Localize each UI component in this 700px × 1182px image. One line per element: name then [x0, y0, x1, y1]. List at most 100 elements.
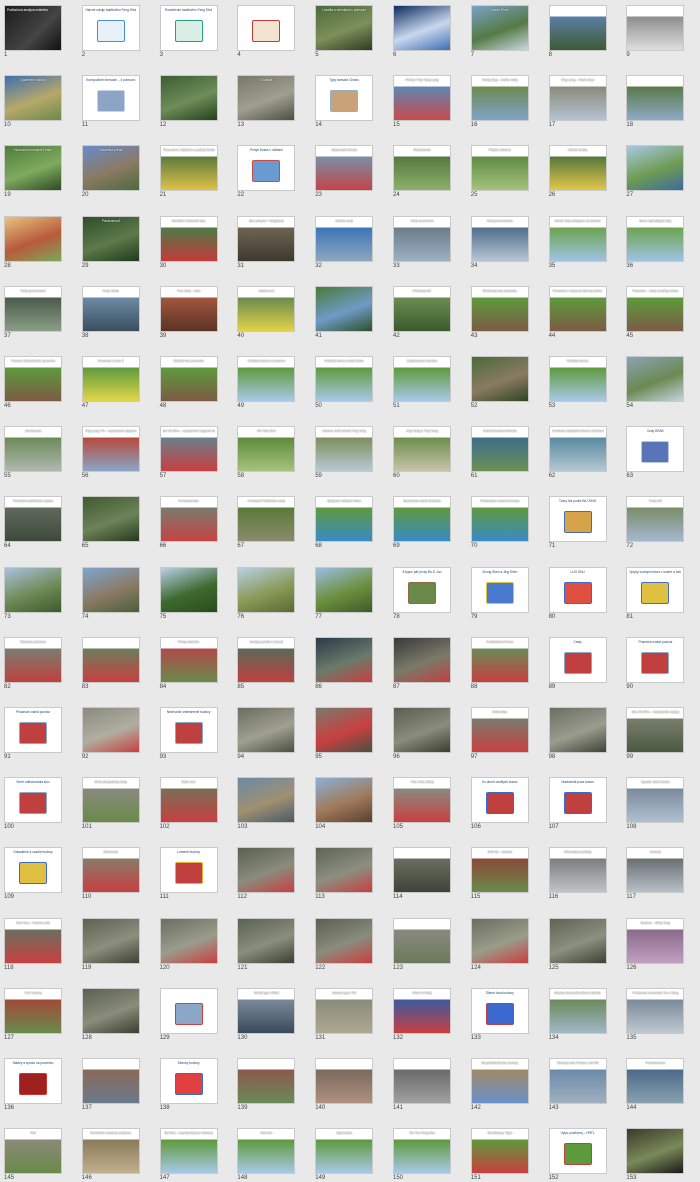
slide-thumbnail[interactable]: 41	[311, 283, 374, 340]
slide-thumbnail[interactable]: Vody všade 38	[78, 283, 140, 340]
slide-thumbnail[interactable]: Tvar rieky – toku 39	[156, 283, 218, 340]
slide-thumbnail[interactable]: Stopovania Draka 23	[311, 142, 374, 199]
slide-thumbnail[interactable]: 4	[233, 2, 296, 59]
slide-thumbnail[interactable]: Vysoké okruh budov 108	[622, 774, 685, 831]
slide-thumbnail[interactable]: Hák kdo 148	[233, 1125, 296, 1182]
slide-thumbnail[interactable]: Nevhodná vodná formácia 69	[389, 493, 451, 550]
slide-thumbnail[interactable]: 140	[311, 1055, 374, 1112]
slide-thumbnail[interactable]: Tvar ohne (Sha) 105	[389, 774, 451, 831]
slide-thumbnail[interactable]: Voda pod domom 37	[0, 283, 62, 340]
slide-thumbnail[interactable]: Pozemok s vstup na hlavnej strane 44	[545, 283, 607, 340]
slide-thumbnail[interactable]: Sha Chi Shu – nepriaznivé vplyvy 99	[622, 704, 685, 761]
slide-thumbnail[interactable]: Bui Sha – nepriaznivý pre nádvory 147	[156, 1125, 218, 1182]
slide-thumbnail[interactable]: Hlavné zdroje tradičného Feng Shui 2	[78, 2, 140, 59]
slide-thumbnail[interactable]: Smer odbočovania slov 100	[0, 774, 62, 831]
slide-thumbnail[interactable]: Bei Xu Shui – nepriaznivé vplyvné lokáci…	[156, 423, 218, 480]
slide-thumbnail[interactable]: Umelé tóky zaklopení za domom 35	[545, 213, 607, 270]
slide-thumbnail[interactable]: 86	[311, 634, 374, 691]
slide-thumbnail[interactable]: Panoramic s šípkami a postuly Draka 21	[156, 142, 218, 199]
slide-thumbnail[interactable]: Umenie sledí miesto Ying Tang 59	[311, 423, 374, 480]
slide-thumbnail[interactable]: Princíp Ying Yang Long 15	[389, 72, 451, 129]
slide-thumbnail[interactable]: 139	[233, 1055, 296, 1112]
slide-thumbnail[interactable]: Ideálna niú 40	[233, 283, 296, 340]
slide-thumbnail[interactable]: Vody DRAK 63	[622, 423, 685, 480]
slide-thumbnail[interactable]: Tvar budovy 127	[0, 985, 62, 1042]
slide-thumbnail[interactable]: Príjaté zrúbanie 25	[467, 142, 529, 199]
slide-thumbnail[interactable]: Ying Long – Viteži draci 17	[545, 72, 607, 129]
slide-thumbnail[interactable]: 114	[389, 844, 451, 901]
slide-thumbnail[interactable]: Porušenie rovnováhy Yin a Yang 135	[622, 985, 685, 1042]
slide-thumbnail[interactable]: Rozdelenie tradičného Feng Shui 3	[156, 2, 218, 59]
slide-thumbnail[interactable]: Lokalita a orientácia v priestore 5	[311, 2, 374, 59]
slide-thumbnail[interactable]: 113	[311, 844, 374, 901]
slide-thumbnail[interactable]: 119	[78, 915, 140, 972]
slide-thumbnail[interactable]: 124	[467, 915, 529, 972]
slide-thumbnail[interactable]: Kamenná príťaž 20	[78, 142, 140, 199]
slide-thumbnail[interactable]: 96	[389, 704, 451, 761]
slide-thumbnail[interactable]: 123	[389, 915, 451, 972]
slide-thumbnail[interactable]: Tvary hôr 72	[622, 493, 685, 550]
slide-thumbnail[interactable]: Prirodzenosť 29	[78, 213, 140, 270]
slide-thumbnail[interactable]: 75	[156, 564, 218, 621]
slide-thumbnail[interactable]: Xin Tian Shui 58	[233, 423, 296, 480]
slide-thumbnail[interactable]: Ku okruh okolitých budov 106	[467, 774, 529, 831]
slide-thumbnail[interactable]: Podlahy terénu za domom 49	[233, 353, 296, 410]
slide-thumbnail[interactable]: Domovina 110	[78, 844, 140, 901]
slide-thumbnail[interactable]: Rozhľad v blízkosti toku 30	[156, 213, 218, 270]
slide-thumbnail[interactable]: Hnizdo Draka 26	[545, 142, 607, 199]
slide-thumbnail[interactable]: 122	[311, 915, 374, 972]
slide-thumbnail[interactable]: Pohyb Draka v rókliach 22	[233, 142, 296, 199]
slide-thumbnail[interactable]: Zbudovaná 55	[0, 423, 62, 480]
slide-thumbnail[interactable]: Ohrožujúce podlety 116	[545, 844, 607, 901]
slide-thumbnail[interactable]: Plot 145	[0, 1125, 62, 1182]
slide-thumbnail[interactable]: Formácia malebného zposlu 64	[0, 493, 62, 550]
slide-thumbnail[interactable]: Flow Po Ring 132	[389, 985, 451, 1042]
slide-thumbnail[interactable]: 87	[389, 634, 451, 691]
slide-thumbnail[interactable]: 137	[78, 1055, 140, 1112]
slide-thumbnail[interactable]: Odsadenie a uzadie budovy 109	[0, 844, 62, 901]
slide-thumbnail[interactable]: 121	[233, 915, 296, 972]
slide-thumbnail[interactable]: SHA QI – strechy 115	[467, 844, 529, 901]
slide-thumbnail[interactable]: Rozvetvenie 24	[389, 142, 451, 199]
slide-thumbnail[interactable]: Kompozičné formácie – 4 pomocní 11	[78, 72, 140, 129]
slide-thumbnail[interactable]: Formácia toku 66	[156, 493, 218, 550]
slide-thumbnail[interactable]: 8	[545, 2, 607, 59]
slide-thumbnail[interactable]: Tan Tou Feng Shu 150	[389, 1125, 451, 1182]
slide-thumbnail[interactable]: Zúžený tvar pozemku 48	[156, 353, 218, 410]
slide-thumbnail[interactable]: 74	[78, 564, 140, 621]
slide-thumbnail[interactable]: Voda za domom 33	[389, 213, 451, 270]
slide-thumbnail[interactable]: Podkladová Forme 88	[467, 634, 529, 691]
slide-thumbnail[interactable]: Čistota vody 32	[311, 213, 374, 270]
slide-thumbnail[interactable]: 76	[233, 564, 296, 621]
slide-thumbnail[interactable]: Nálezy a zposlu na pozemku 136	[0, 1055, 62, 1112]
slide-thumbnail[interactable]: Mount Shun 7	[467, 2, 529, 59]
slide-thumbnail[interactable]: Počítačová analýza exteriéru 1	[0, 2, 62, 59]
slide-thumbnail[interactable]: Budova – Ming Tang 126	[622, 915, 685, 972]
slide-thumbnail[interactable]: Nesymetrický tvar budovy 142	[467, 1055, 529, 1112]
slide-thumbnail[interactable]: 128	[78, 985, 140, 1042]
slide-thumbnail[interactable]: 95	[311, 704, 374, 761]
slide-thumbnail[interactable]: Križovatky 97	[467, 704, 529, 761]
slide-thumbnail[interactable]: 129	[156, 985, 218, 1042]
slide-thumbnail[interactable]: 125	[545, 915, 607, 972]
slide-thumbnail[interactable]: Strechy budovy 138	[156, 1055, 218, 1112]
slide-thumbnail[interactable]: 18	[622, 72, 685, 129]
slide-thumbnail[interactable]: Lomené budovy 111	[156, 844, 218, 901]
slide-thumbnail[interactable]: Zhong Shen a Jing Shen 79	[467, 564, 529, 621]
slide-thumbnail[interactable]: LUO SHU 80	[545, 564, 607, 621]
slide-thumbnail[interactable]: Typy formácií Chiseu 14	[311, 72, 374, 129]
slide-thumbnail[interactable]: Ying Long 7% – nepriaznivé vplyvné lokác…	[78, 423, 140, 480]
slide-thumbnail[interactable]: Podlahy terénu vedľa domu 50	[311, 353, 374, 410]
slide-thumbnail[interactable]: Zaparkované ohnisko 51	[389, 353, 451, 410]
slide-thumbnail[interactable]: 98	[545, 704, 607, 761]
slide-thumbnail[interactable]: Bez pohybu = Stagnácia 31	[233, 213, 296, 270]
slide-thumbnail[interactable]: 120	[156, 915, 218, 972]
slide-thumbnail[interactable]: Prednostná vodná formácia 70	[467, 493, 529, 550]
slide-thumbnail[interactable]: 65	[78, 493, 140, 550]
slide-thumbnail[interactable]: Šikmé okná budovy 133	[467, 985, 529, 1042]
slide-thumbnail[interactable]: 104	[311, 774, 374, 831]
slide-thumbnail[interactable]: Nevhodné umiestnenie budovy 93	[156, 704, 218, 761]
slide-thumbnail[interactable]: 54	[622, 353, 685, 410]
slide-thumbnail[interactable]: Priaznivá vodná pozícia 90	[622, 634, 685, 691]
slide-thumbnail[interactable]: Tanecný dom Praha a Joli BA 143	[545, 1055, 607, 1112]
